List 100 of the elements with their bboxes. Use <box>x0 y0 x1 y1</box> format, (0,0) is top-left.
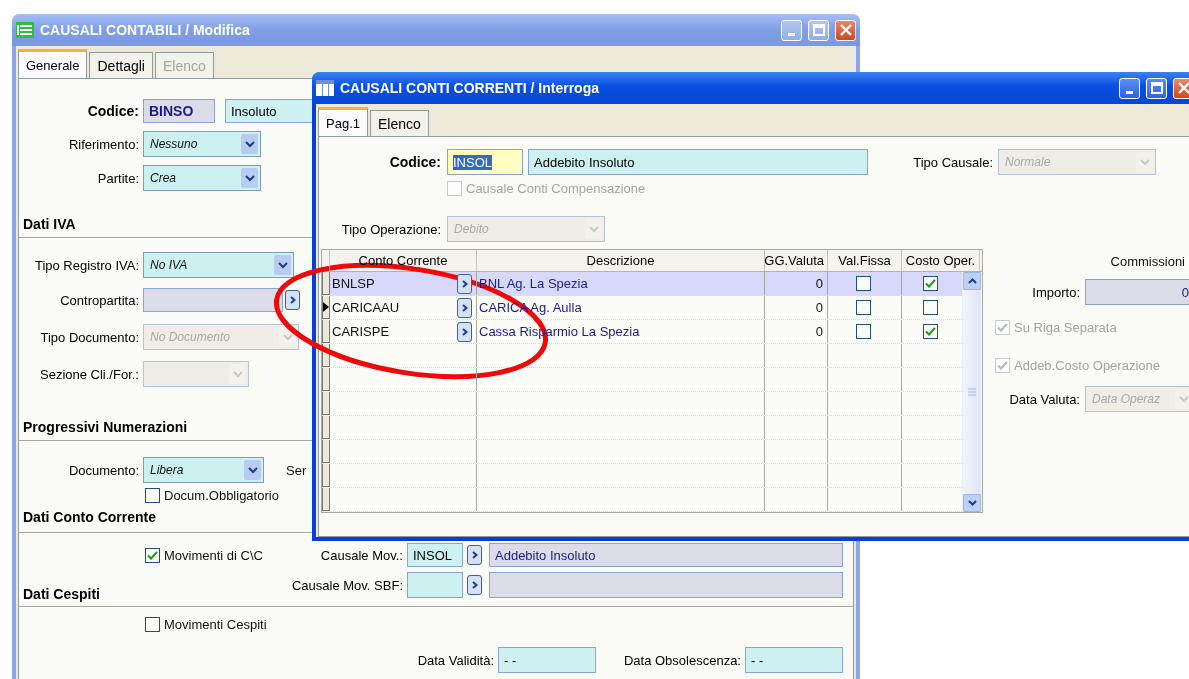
table-cell: CARISPE <box>332 324 390 339</box>
close-button[interactable] <box>1173 77 1189 99</box>
input-field[interactable]: Addebito Insoluto <box>489 543 843 567</box>
input-field[interactable] <box>489 572 843 598</box>
checkbox[interactable] <box>145 487 160 503</box>
input-field[interactable]: BINSO <box>143 99 215 123</box>
dropdown[interactable]: No IVA <box>143 252 294 278</box>
chevron-down-icon <box>282 333 293 341</box>
close-icon <box>1177 82 1189 94</box>
table-cell: CARICAAU <box>332 300 400 315</box>
tab[interactable]: Elenco <box>370 110 429 136</box>
field-label: Causale Mov.: <box>319 547 404 563</box>
scroll-down-button[interactable] <box>963 494 981 512</box>
grip-icon <box>968 388 976 396</box>
chevron-down-icon <box>1178 395 1189 403</box>
checkbox[interactable] <box>923 300 938 315</box>
field-label: Tipo Operazione: <box>340 221 442 237</box>
column-header[interactable]: GG.Valuta <box>765 250 828 271</box>
field-label: Tipo Documento: <box>39 329 140 345</box>
field-label: Tipo Registro IVA: <box>33 257 140 273</box>
field-label: Riferimento: <box>67 136 140 152</box>
input-field[interactable]: INSOL <box>447 149 523 175</box>
maximize-button[interactable] <box>1146 77 1167 99</box>
field-label: Ser <box>286 462 307 478</box>
group-heading: Commissioni <box>1110 253 1185 269</box>
minimize-button[interactable] <box>1119 77 1140 99</box>
chevron-right-icon <box>461 279 468 288</box>
checkbox[interactable] <box>923 276 938 291</box>
checkbox-label: Addeb.Costo Operazione <box>1014 357 1160 373</box>
checkbox-label: Docum.Obbligatorio <box>164 487 279 503</box>
checkbox[interactable] <box>856 300 871 315</box>
window-title: CAUSALI CONTABILI / Modifica <box>40 22 251 38</box>
chevron-down-icon <box>1139 158 1150 166</box>
lookup-button[interactable] <box>467 545 482 565</box>
column-header[interactable]: Val.Fissa <box>828 250 902 271</box>
field-label: Data Validità: <box>416 652 495 668</box>
chevron-right-icon <box>461 327 468 336</box>
chevron-down-icon <box>244 174 255 182</box>
input-field[interactable]: 0 <box>1085 279 1189 305</box>
checkbox-label: Movimenti di C\C <box>164 547 263 563</box>
table-cell: 0 <box>765 272 828 295</box>
section-heading: Progressivi Numerazioni <box>22 419 188 435</box>
close-icon <box>839 24 852 36</box>
field-label: Causale Mov. SBF: <box>290 577 404 593</box>
table-cell: 0 <box>765 320 828 343</box>
dropdown[interactable]: Nessuno <box>143 131 261 157</box>
tab[interactable]: Generale <box>18 49 88 78</box>
checkbox-label: Su Riga Separata <box>1014 319 1117 335</box>
checkbox[interactable] <box>856 276 871 291</box>
chevron-right-icon <box>471 581 478 589</box>
chevron-right-icon <box>289 296 296 304</box>
field-label: Contropartita: <box>59 292 140 308</box>
date-field[interactable]: - - <box>498 647 596 673</box>
lookup-button[interactable] <box>457 297 472 318</box>
table-row[interactable]: BNLSP BNL Ag. La Spezia 0 <box>322 272 962 296</box>
row-header[interactable] <box>322 296 330 319</box>
field-label: Tipo Causale: <box>912 154 994 170</box>
tab[interactable]: Pag.1 <box>318 107 368 136</box>
input-field[interactable]: INSOL <box>407 543 463 567</box>
tab[interactable]: Dettagli <box>89 52 153 78</box>
chevron-down-icon <box>277 261 288 269</box>
scrollbar[interactable] <box>962 272 981 512</box>
dropdown[interactable]: Crea <box>143 165 261 191</box>
maximize-icon <box>812 24 825 36</box>
table-cell: BNL Ag. La Spezia <box>477 272 765 295</box>
field-label: Data Valuta: <box>1008 391 1081 407</box>
window-title: CAUSALI CONTI CORRENTI / Interroga <box>340 80 600 96</box>
column-header[interactable]: Descrizione <box>477 250 765 271</box>
checkbox[interactable] <box>145 616 160 632</box>
input-field[interactable] <box>143 288 283 312</box>
checkbox-label: Movimenti Cespiti <box>164 616 267 632</box>
section-heading: Dati Cespiti <box>22 586 100 602</box>
maximize-icon <box>1150 82 1163 94</box>
chevron-right-icon <box>471 551 478 559</box>
column-header[interactable]: Costo Oper. <box>902 250 980 271</box>
input-field[interactable] <box>407 572 463 598</box>
lookup-button[interactable] <box>285 290 300 310</box>
chevron-down-icon <box>232 370 243 378</box>
date-field[interactable]: - - <box>745 647 843 673</box>
close-button[interactable] <box>835 19 856 41</box>
field-label: Codice: <box>388 154 442 170</box>
input-field[interactable]: Addebito Insoluto <box>528 149 868 175</box>
chevron-down-icon <box>967 500 977 506</box>
lookup-button[interactable] <box>457 273 472 294</box>
checkbox[interactable] <box>145 547 160 563</box>
minimize-icon <box>1126 91 1133 94</box>
scroll-up-button[interactable] <box>963 272 981 290</box>
dropdown[interactable]: Libera <box>143 457 264 483</box>
checkbox[interactable] <box>923 324 938 339</box>
lookup-button[interactable] <box>467 575 482 595</box>
list-icon <box>16 22 34 38</box>
field-label: Partite: <box>96 170 140 186</box>
chevron-down-icon <box>247 466 258 474</box>
field-label: Data Obsolescenza: <box>622 652 742 668</box>
field-label: Sezione Cli./For.: <box>39 366 140 382</box>
lookup-button[interactable] <box>457 321 472 342</box>
table-icon <box>316 80 334 96</box>
chevron-up-icon <box>967 278 977 284</box>
field-label: Importo: <box>1031 284 1081 300</box>
checkbox[interactable] <box>856 324 871 339</box>
